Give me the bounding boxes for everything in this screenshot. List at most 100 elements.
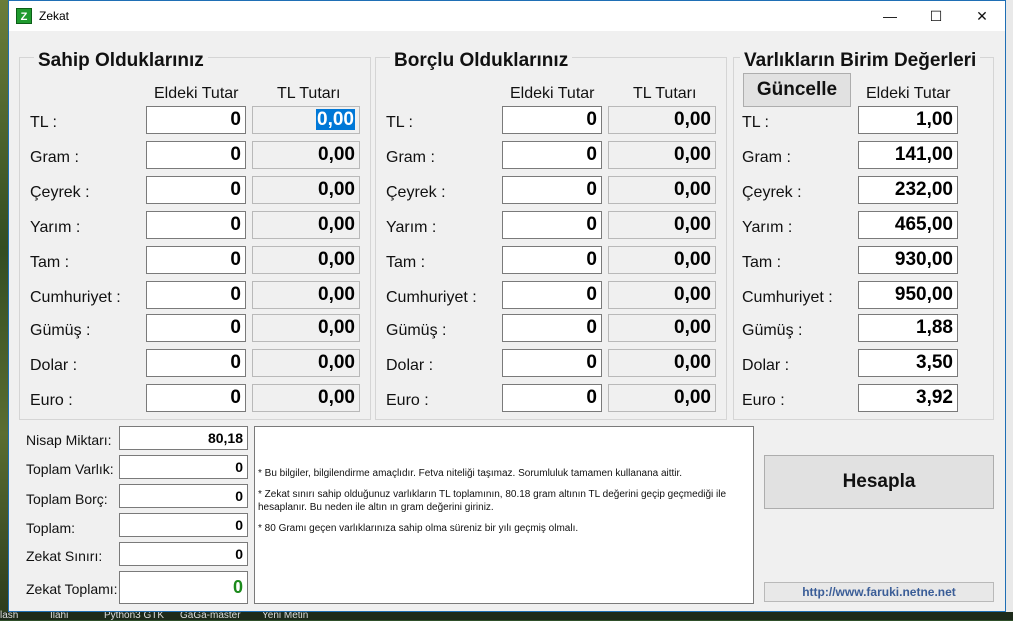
debts-tl-amount-field[interactable]: 0,00 [608, 106, 716, 134]
debts-amount-input[interactable]: 0 [502, 281, 602, 309]
unit-values-amount-input[interactable]: 3,50 [858, 349, 958, 377]
owned-row-label: TL : [30, 114, 57, 131]
window-title: Zekat [39, 9, 70, 23]
debts-amount-input[interactable]: 0 [502, 176, 602, 204]
close-button[interactable]: ✕ [959, 1, 1005, 31]
debts-amount-input[interactable]: 0 [502, 106, 602, 134]
note-line: * Bu bilgiler, bilgilendirme amaçlıdır. … [258, 468, 683, 479]
owned-amount-input[interactable]: 0 [146, 176, 246, 204]
unit-values-row-label: Yarım : [742, 219, 793, 236]
unit-values-row-label: Euro : [742, 392, 785, 409]
debts-row-label: Çeyrek : [386, 184, 446, 201]
calculate-button[interactable]: Hesapla [764, 455, 994, 509]
unit-values-amount-input[interactable]: 930,00 [858, 246, 958, 274]
owned-amount-input[interactable]: 0 [146, 246, 246, 274]
total-label: Toplam: [26, 520, 76, 536]
unit-values-amount-input[interactable]: 141,00 [858, 141, 958, 169]
maximize-button[interactable]: ☐ [913, 1, 959, 31]
owned-row-label: Tam : [30, 254, 70, 271]
total-debt-field[interactable]: 0 [119, 484, 248, 508]
owned-title: Sahip Olduklarınız [34, 50, 208, 72]
debts-row-label: Gram : [386, 149, 435, 166]
debts-row-label: Gümüş : [386, 322, 447, 339]
unit-values-row-label: Cumhuriyet : [742, 289, 833, 306]
debts-amount-input[interactable]: 0 [502, 211, 602, 239]
unit-values-amount-input[interactable]: 232,00 [858, 176, 958, 204]
owned-tl-amount-field[interactable]: 0,00 [252, 141, 360, 169]
update-button[interactable]: Güncelle [743, 73, 851, 107]
debts-amount-input[interactable]: 0 [502, 246, 602, 274]
debts-title: Borçlu Olduklarınız [390, 50, 573, 72]
owned-row-label: Gram : [30, 149, 79, 166]
note-line: * 80 Gramı geçen varlıklarınıza sahip ol… [258, 523, 579, 534]
owned-row-label: Cumhuriyet : [30, 289, 121, 306]
unit-values-row-label: Gümüş : [742, 322, 803, 339]
owned-amount-input[interactable]: 0 [146, 314, 246, 342]
owned-tl-amount-field[interactable]: 0,00 [252, 176, 360, 204]
owned-amount-input[interactable]: 0 [146, 106, 246, 134]
owned-amount-input[interactable]: 0 [146, 141, 246, 169]
debts-tl-amount-field[interactable]: 0,00 [608, 281, 716, 309]
debts-col-tl-header: TL Tutarı [633, 85, 697, 102]
zakat-total-label: Zekat Toplamı: [26, 581, 118, 597]
selected-text: 0,00 [316, 109, 355, 130]
debts-amount-input[interactable]: 0 [502, 141, 602, 169]
owned-tl-amount-field[interactable]: 0,00 [252, 281, 360, 309]
taskbar: lash İlahi Python3 GTK GaGa-master Yeni … [0, 610, 1013, 621]
debts-tl-amount-field[interactable]: 0,00 [608, 314, 716, 342]
unit-values-amount-input[interactable]: 3,92 [858, 384, 958, 412]
desktop-background-right [1005, 0, 1013, 620]
debts-tl-amount-field[interactable]: 0,00 [608, 246, 716, 274]
nisap-label: Nisap Miktarı: [26, 432, 112, 448]
unit-values-row-label: Dolar : [742, 357, 790, 374]
owned-tl-amount-field[interactable]: 0,00 [252, 246, 360, 274]
owned-amount-input[interactable]: 0 [146, 349, 246, 377]
unit-values-row-label: Tam : [742, 254, 782, 271]
owned-col-tl-header: TL Tutarı [277, 85, 341, 102]
owned-tl-amount-field[interactable]: 0,00 [252, 106, 360, 134]
debts-row-label: Euro : [386, 392, 429, 409]
debts-row-label: Dolar : [386, 357, 434, 374]
debts-row-label: TL : [386, 114, 413, 131]
website-link[interactable]: http://www.faruki.netne.net [764, 582, 994, 602]
unit-values-amount-input[interactable]: 1,00 [858, 106, 958, 134]
owned-tl-amount-field[interactable]: 0,00 [252, 384, 360, 412]
owned-row-label: Yarım : [30, 219, 81, 236]
debts-amount-input[interactable]: 0 [502, 384, 602, 412]
debts-tl-amount-field[interactable]: 0,00 [608, 211, 716, 239]
debts-amount-input[interactable]: 0 [502, 314, 602, 342]
owned-tl-amount-field[interactable]: 0,00 [252, 211, 360, 239]
zakat-limit-field[interactable]: 0 [119, 542, 248, 566]
zakat-limit-label: Zekat Sınırı: [26, 548, 103, 564]
title-bar[interactable]: Z Zekat — ☐ ✕ [9, 1, 1005, 31]
nisap-field[interactable]: 80,18 [119, 426, 248, 450]
debts-tl-amount-field[interactable]: 0,00 [608, 141, 716, 169]
debts-col-hand-header: Eldeki Tutar [510, 85, 595, 102]
debts-amount-input[interactable]: 0 [502, 349, 602, 377]
debts-row-label: Cumhuriyet : [386, 289, 477, 306]
total-field[interactable]: 0 [119, 513, 248, 537]
owned-row-label: Çeyrek : [30, 184, 90, 201]
owned-amount-input[interactable]: 0 [146, 211, 246, 239]
unit-values-amount-input[interactable]: 950,00 [858, 281, 958, 309]
unit-values-amount-input[interactable]: 465,00 [858, 211, 958, 239]
owned-row-label: Gümüş : [30, 322, 91, 339]
notes-textarea[interactable]: * Bu bilgiler, bilgilendirme amaçlıdır. … [254, 426, 754, 604]
debts-tl-amount-field[interactable]: 0,00 [608, 384, 716, 412]
owned-amount-input[interactable]: 0 [146, 384, 246, 412]
zakat-total-field[interactable]: 0 [119, 571, 248, 604]
unit-values-amount-input[interactable]: 1,88 [858, 314, 958, 342]
debts-row-label: Yarım : [386, 219, 437, 236]
total-assets-label: Toplam Varlık: [26, 461, 114, 477]
unit-values-title: Varlıkların Birim Değerleri [740, 50, 981, 72]
minimize-button[interactable]: — [867, 1, 913, 31]
debts-tl-amount-field[interactable]: 0,00 [608, 349, 716, 377]
debts-tl-amount-field[interactable]: 0,00 [608, 176, 716, 204]
owned-tl-amount-field[interactable]: 0,00 [252, 349, 360, 377]
owned-row-label: Dolar : [30, 357, 78, 374]
owned-col-hand-header: Eldeki Tutar [154, 85, 239, 102]
zekat-window: Z Zekat — ☐ ✕ Sahip Olduklarınız Eldeki … [8, 0, 1006, 612]
owned-tl-amount-field[interactable]: 0,00 [252, 314, 360, 342]
owned-amount-input[interactable]: 0 [146, 281, 246, 309]
total-assets-field[interactable]: 0 [119, 455, 248, 479]
